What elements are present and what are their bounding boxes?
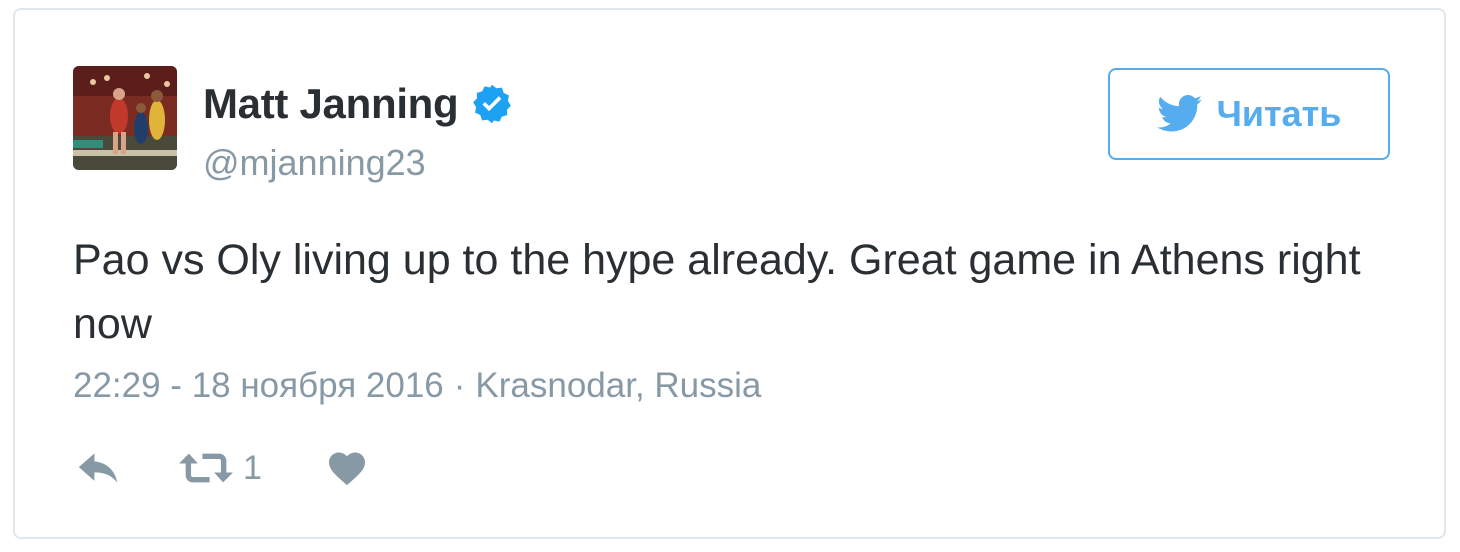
tweet-meta: 22:29 - 18 ноября 2016 · Krasnodar, Russia [73, 366, 761, 406]
author-display-name[interactable]: Matt Janning [203, 80, 459, 128]
reply-icon [77, 451, 121, 485]
follow-button-label: Читать [1216, 93, 1342, 134]
tweet-location[interactable]: Krasnodar, Russia [475, 366, 761, 405]
author-handle[interactable]: @mjanning23 [203, 142, 426, 184]
retweet-button[interactable]: 1 [179, 449, 327, 488]
follow-button[interactable]: Читать [1108, 68, 1390, 160]
retweet-count: 1 [243, 448, 262, 487]
retweet-icon [179, 451, 233, 485]
twitter-bird-icon [1156, 95, 1203, 133]
heart-icon [327, 450, 367, 486]
like-button[interactable] [327, 450, 387, 486]
verified-badge-icon [470, 82, 514, 126]
embedded-tweet-card: Matt Janning @mjanning23 Читать Pao vs O… [13, 8, 1446, 539]
avatar-image [73, 66, 177, 170]
reply-button[interactable] [77, 451, 179, 485]
avatar[interactable] [73, 66, 177, 170]
tweet-timestamp[interactable]: 22:29 - 18 ноября 2016 [73, 366, 444, 405]
meta-separator: · [453, 366, 466, 405]
author-name-row: Matt Janning [203, 76, 514, 132]
tweet-text: Pao vs Oly living up to the hype already… [73, 236, 1361, 348]
tweet-actions: 1 [77, 446, 387, 490]
